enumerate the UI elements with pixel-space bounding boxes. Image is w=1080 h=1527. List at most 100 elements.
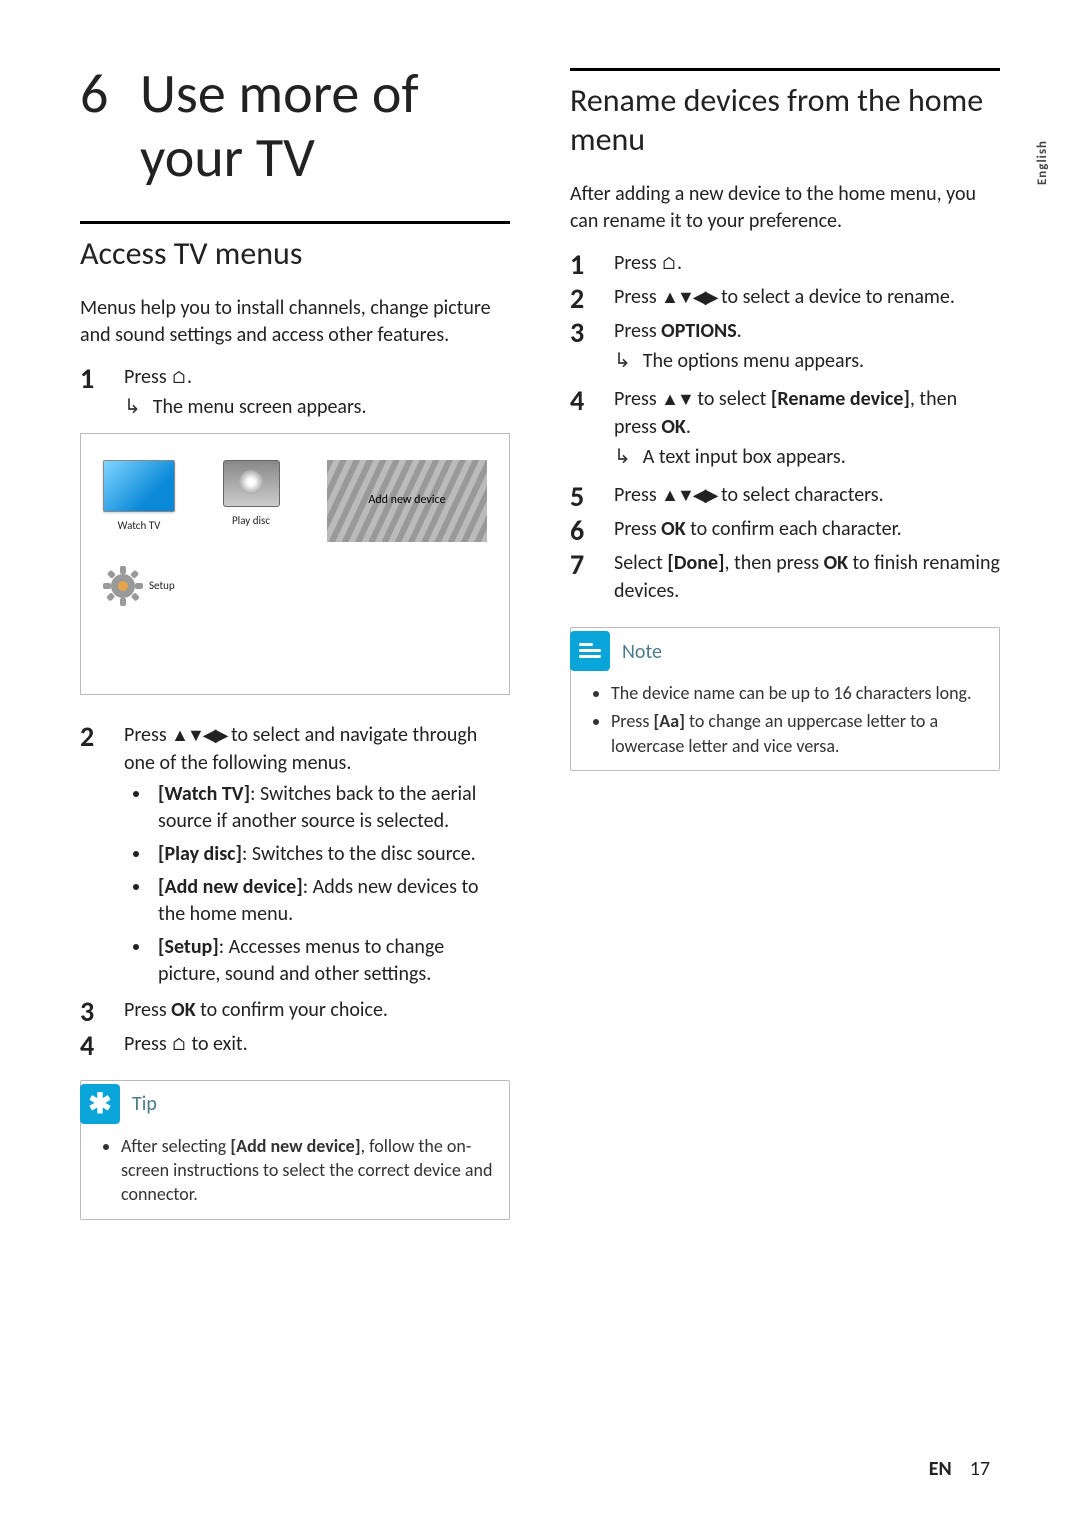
intro-text: After adding a new device to the home me… [570,181,1000,235]
text: . [187,365,192,389]
option-label: [Play disc] [158,842,242,866]
divider [570,68,1000,71]
ok-key: OK [661,517,685,541]
note-item: Press [Aa] to change an uppercase letter… [611,709,985,758]
nav-icon: ▲▼◀▶ [661,287,716,307]
chapter-title-line2: your TV [140,124,315,192]
home-icon: ⌂ [661,252,677,274]
text: Press [614,517,661,541]
note-badge-icon [570,631,610,671]
chapter-title: Use more of your TV [140,62,419,191]
option-desc: : Switches to the disc source. [242,842,476,866]
text: Press [124,365,171,389]
intro-text: Menus help you to install channels, chan… [80,295,510,349]
step-1: Press ⌂. The menu screen appears. Watch … [80,363,510,695]
text-bold: [Add new device] [230,1135,360,1157]
step-result: A text input box appears. [614,443,1000,471]
text: , then press [725,551,824,575]
text: A text input box appears. [643,443,846,471]
menu-item-watch-tv: Watch TV [103,460,175,542]
text: The options menu appears. [643,347,864,375]
text: Press [614,251,661,275]
step-3: Press OK to confirm your choice. [80,996,510,1024]
text: . [737,319,742,343]
tip-item: After selecting [Add new device], follow… [121,1134,495,1207]
list-item: [Setup]: Accesses menus to change pictur… [152,934,510,988]
options-key: OPTIONS [661,319,737,343]
menu-options-list: [Watch TV]: Switches back to the aerial … [124,781,510,988]
home-icon: ⌂ [171,366,187,388]
list-item: [Add new device]: Adds new devices to th… [152,874,510,928]
list-item: [Watch TV]: Switches back to the aerial … [152,781,510,835]
step-6: Press OK to confirm each character. [570,515,1000,543]
step-2: Press ▲▼◀▶ to select a device to rename. [570,283,1000,311]
text-bold: [Aa] [653,710,684,732]
text: to confirm your choice. [196,998,388,1022]
text: . [677,251,682,275]
ok-key: OK [824,551,848,575]
nav-icon: ▲▼ [661,389,693,409]
menu-item-setup: Setup [103,566,487,606]
menu-item-play-disc: Play disc [215,460,287,542]
menu-item-add-device: Add new device [327,460,487,542]
menu-screen-diagram: Watch TV Play disc Add new device [80,433,510,695]
text: The menu screen appears. [153,393,367,421]
text: Press [614,387,661,411]
section-title-access-menus: Access TV menus [80,234,510,273]
step-result: The options menu appears. [614,347,1000,375]
text: Press [614,483,661,507]
step-4: Press ⌂ to exit. [80,1030,510,1058]
nav-icon: ▲▼◀▶ [661,485,716,505]
list-item: [Play disc]: Switches to the disc source… [152,841,510,868]
step-3: Press OPTIONS. The options menu appears. [570,317,1000,375]
tip-title: Tip [132,1092,157,1116]
footer-lang: EN [929,1457,952,1481]
gear-icon [103,566,143,606]
tv-icon [103,460,175,512]
label: Add new device [365,491,448,510]
text: After selecting [121,1135,230,1157]
text-bold: [Rename device] [771,387,910,411]
divider [80,221,510,224]
text: to confirm each character. [686,517,902,541]
text: Press [124,998,171,1022]
label: Setup [149,578,175,593]
home-icon: ⌂ [171,1033,187,1055]
text: Press [124,723,171,747]
option-label: [Watch TV] [158,782,250,806]
ok-key: OK [171,998,195,1022]
language-tab: English [1035,140,1050,185]
label: Watch TV [103,518,175,533]
text: to select a device to rename. [717,285,955,309]
step-2: Press ▲▼◀▶ to select and navigate throug… [80,721,510,988]
option-label: [Setup] [158,935,219,959]
chapter-title-line1: Use more of [140,60,419,128]
option-label: [Add new device] [158,875,303,899]
text: Press [614,319,661,343]
note-title: Note [622,640,662,664]
left-column: 6 Use more of your TV Access TV menus Me… [80,60,510,1220]
steps-list-right: Press ⌂. Press ▲▼◀▶ to select a device t… [570,249,1000,605]
chapter-number: 6 [80,60,140,128]
step-7: Select [Done], then press OK to finish r… [570,549,1000,605]
label: Play disc [215,513,287,528]
step-5: Press ▲▼◀▶ to select characters. [570,481,1000,509]
chapter-heading: 6 Use more of your TV [80,60,510,191]
note-callout: Note The device name can be up to 16 cha… [570,627,1000,771]
note-item: The device name can be up to 16 characte… [611,681,985,705]
text: Press [614,285,661,309]
text: to exit. [187,1032,248,1056]
text: to select characters. [717,483,884,507]
nav-icon: ▲▼◀▶ [171,725,226,745]
footer-page-number: 17 [970,1457,990,1481]
tip-callout: ✱ Tip After selecting [Add new device], … [80,1080,510,1220]
text: to select [693,387,771,411]
text-bold: [Done] [667,551,724,575]
add-device-box: Add new device [327,460,487,542]
tip-badge-icon: ✱ [80,1084,120,1124]
section-title-rename: Rename devices from the home menu [570,81,1000,159]
text: Press [611,710,653,732]
right-column: Rename devices from the home menu After … [570,60,1000,1220]
text: . [686,415,691,439]
text: Select [614,551,667,575]
